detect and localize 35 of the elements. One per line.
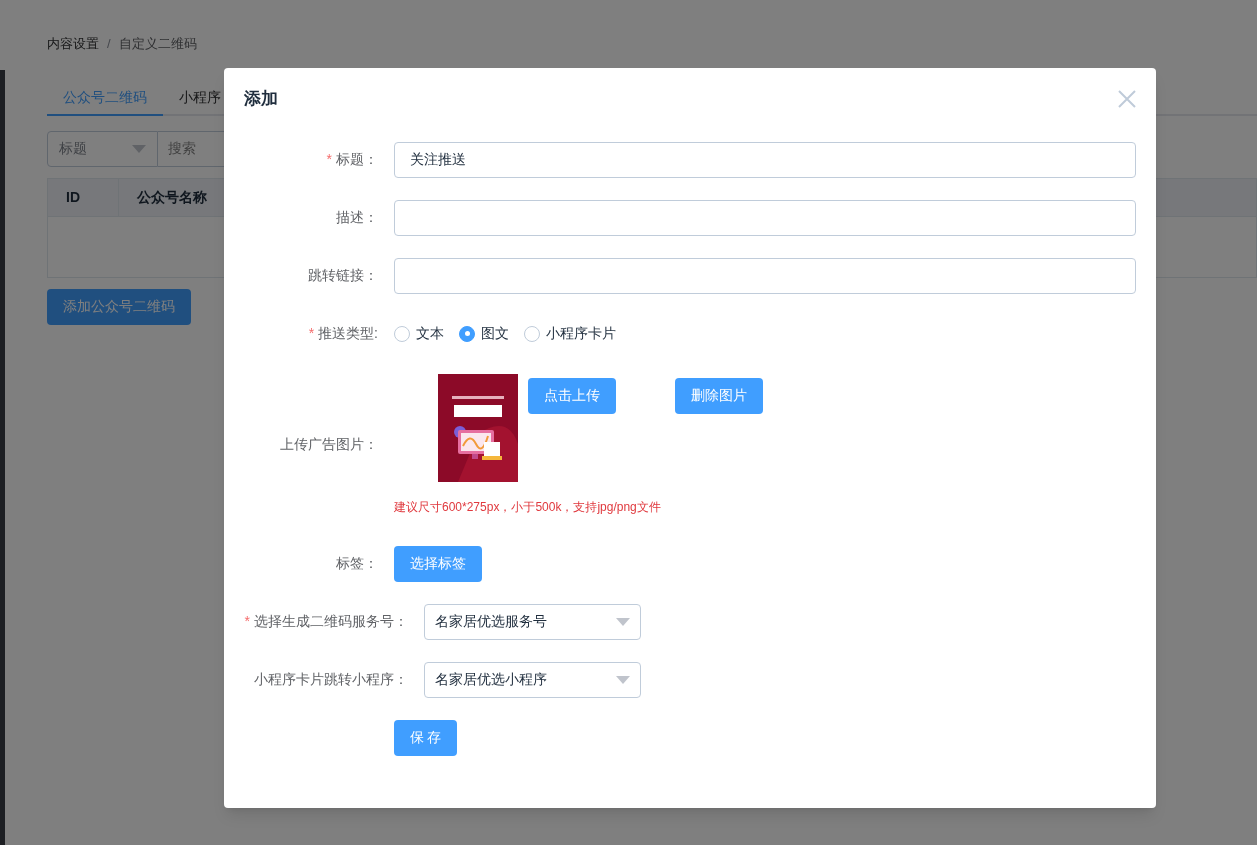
field-label: 标题： [336,150,378,169]
breadcrumb-link[interactable]: 内容设置 [47,34,99,54]
required-asterisk: * [244,612,250,631]
table-header-cell-text: 公众号名称 [136,187,208,207]
table-header-cell: ID [48,178,119,216]
field-label: 推送类型: [318,324,378,343]
caret-icon [616,617,630,626]
required-asterisk: * [326,150,332,169]
text-input[interactable] [394,199,1136,236]
dialog-title: 添加 [244,88,278,110]
caret-icon [132,144,146,153]
field-label: 标签： [336,554,378,573]
select-dropdown[interactable]: 名家居优选小程序 [424,661,641,698]
text-input[interactable] [394,257,1136,294]
field-label: 上传广告图片： [280,435,378,454]
radio-option[interactable]: 文本 [394,323,444,344]
required-asterisk: * [308,324,315,343]
field-label: 跳转链接： [308,266,378,285]
caret-icon [616,675,630,684]
upload-hint: 建议尺寸600*275px，小于500k，支持jpg/png文件 [394,498,662,516]
breadcrumb-current: 自定义二维码 [118,35,197,53]
field-label: 小程序卡片跳转小程序： [254,670,408,689]
radio-option[interactable]: 小程序卡片 [524,323,616,344]
filter-select[interactable]: 标题 [47,130,158,167]
delete-image-button[interactable]: 删除图片 [675,377,763,414]
save-button[interactable]: 保 存 [394,719,457,756]
field-label: 选择生成二维码服务号： [254,612,408,631]
radio-option[interactable]: 图文 [459,323,509,344]
select-tags-button[interactable]: 选择标签 [394,545,482,582]
upload-button[interactable]: 点击上传 [528,377,616,414]
text-input[interactable]: 关注推送 [394,141,1136,178]
breadcrumb-separator: / [107,35,111,53]
close-icon[interactable] [1118,89,1136,108]
field-label: 描述： [336,208,378,227]
select-dropdown[interactable]: 名家居优选服务号 [424,603,641,640]
